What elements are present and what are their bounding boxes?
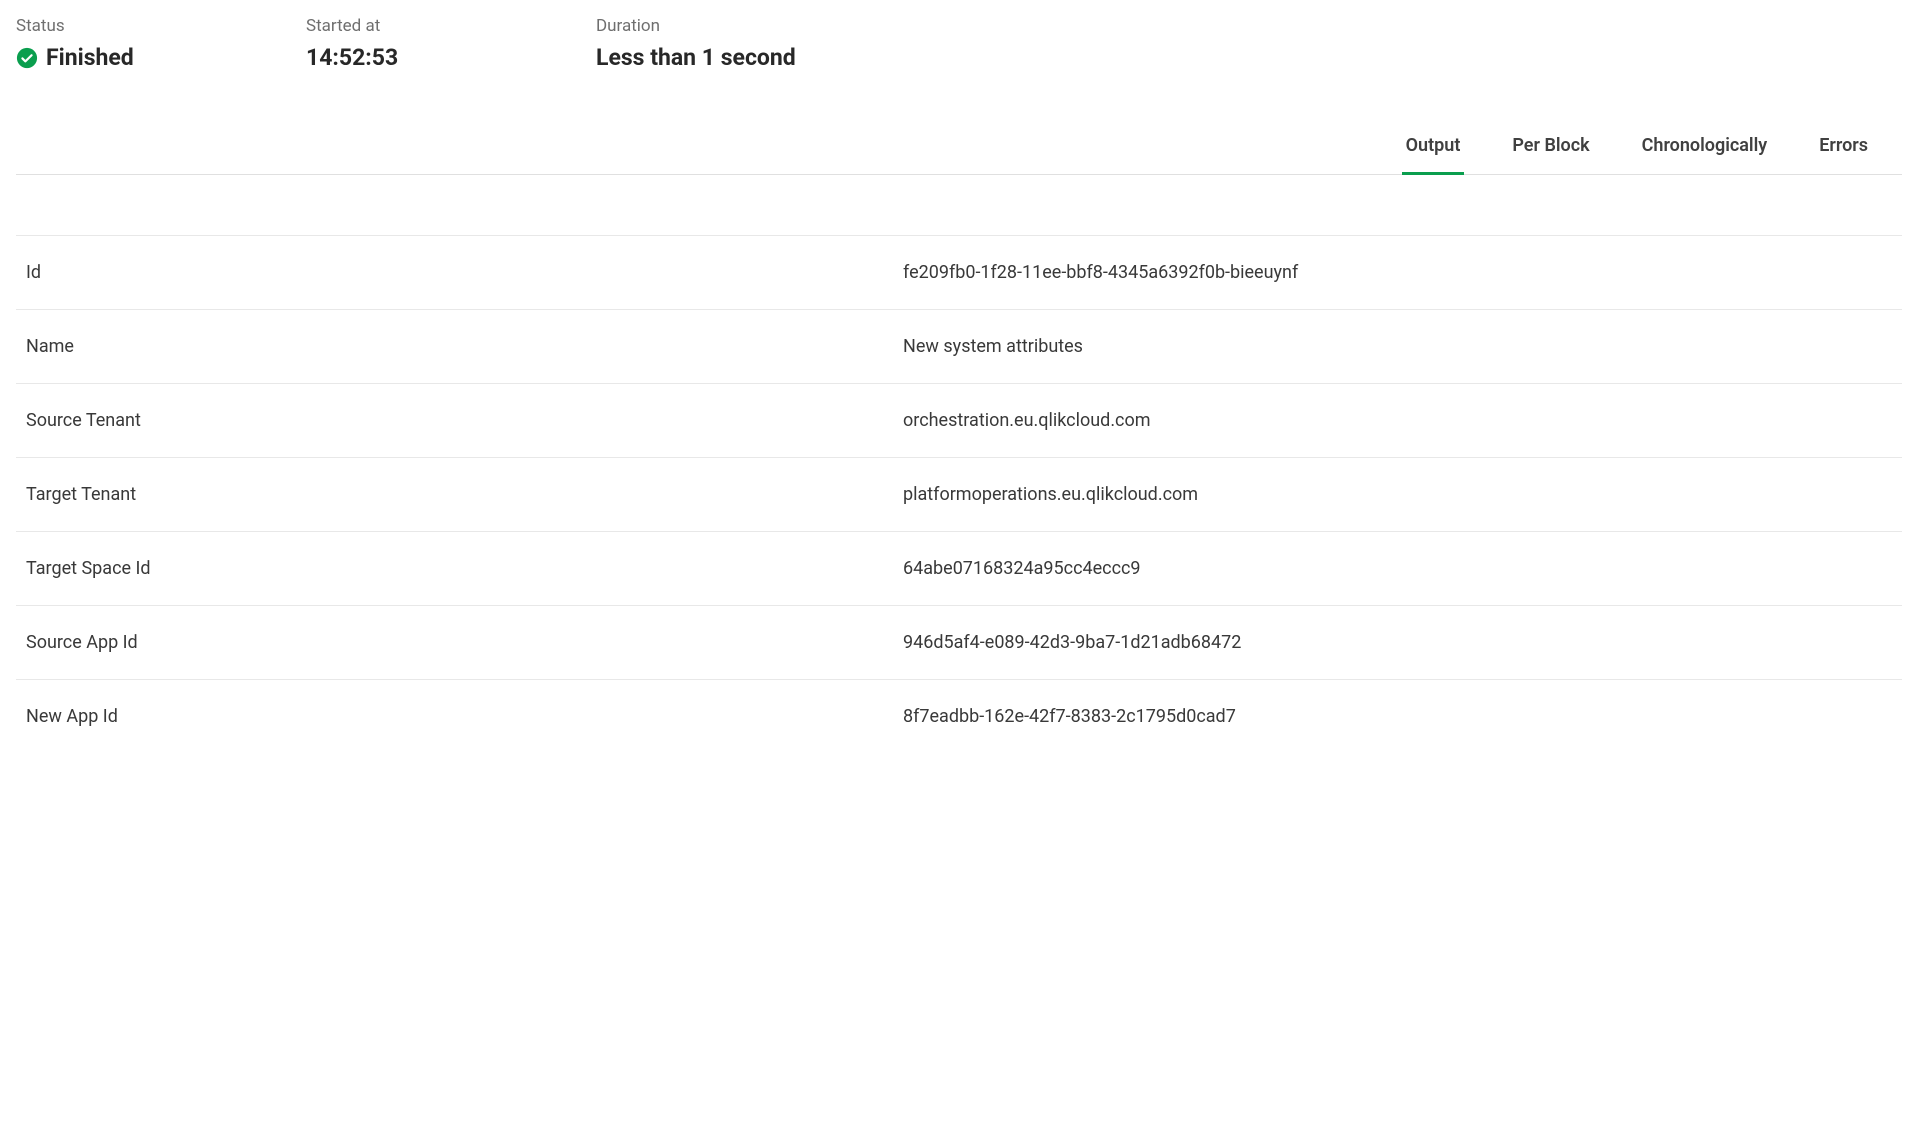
row-value: New system attributes <box>903 336 1892 357</box>
tab-per-block[interactable]: Per Block <box>1508 121 1593 175</box>
row-key: Id <box>26 262 903 283</box>
row-key: Target Tenant <box>26 484 903 505</box>
table-row: Id fe209fb0-1f28-11ee-bbf8-4345a6392f0b-… <box>16 235 1902 309</box>
row-key: Source App Id <box>26 632 903 653</box>
status-label: Status <box>16 16 306 36</box>
row-value: 64abe07168324a95cc4eccc9 <box>903 558 1892 579</box>
table-row: Source App Id 946d5af4-e089-42d3-9ba7-1d… <box>16 605 1902 679</box>
table-row: Target Tenant platformoperations.eu.qlik… <box>16 457 1902 531</box>
tab-output[interactable]: Output <box>1402 121 1465 175</box>
row-value: platformoperations.eu.qlikcloud.com <box>903 484 1892 505</box>
table-row: New App Id 8f7eadbb-162e-42f7-8383-2c179… <box>16 679 1902 753</box>
table-row: Target Space Id 64abe07168324a95cc4eccc9 <box>16 531 1902 605</box>
output-table: Id fe209fb0-1f28-11ee-bbf8-4345a6392f0b-… <box>16 235 1902 753</box>
duration-label: Duration <box>596 16 796 36</box>
summary-status: Status Finished <box>16 16 306 71</box>
row-key: Target Space Id <box>26 558 903 579</box>
row-key: Name <box>26 336 903 357</box>
tab-errors[interactable]: Errors <box>1815 121 1872 175</box>
started-label: Started at <box>306 16 596 36</box>
check-circle-icon <box>16 47 38 69</box>
summary-started: Started at 14:52:53 <box>306 16 596 71</box>
started-value: 14:52:53 <box>306 44 596 71</box>
row-key: New App Id <box>26 706 903 727</box>
summary-row: Status Finished Started at 14:52:53 Dura… <box>16 16 1902 71</box>
summary-duration: Duration Less than 1 second <box>596 16 796 71</box>
table-row: Source Tenant orchestration.eu.qlikcloud… <box>16 383 1902 457</box>
tab-chronologically[interactable]: Chronologically <box>1638 121 1772 175</box>
status-value: Finished <box>16 44 306 71</box>
page-container: Status Finished Started at 14:52:53 Dura… <box>0 0 1918 769</box>
tabs: Output Per Block Chronologically Errors <box>16 121 1902 175</box>
duration-value: Less than 1 second <box>596 44 796 71</box>
row-value: 946d5af4-e089-42d3-9ba7-1d21adb68472 <box>903 632 1892 653</box>
row-value: 8f7eadbb-162e-42f7-8383-2c1795d0cad7 <box>903 706 1892 727</box>
status-text: Finished <box>46 44 134 71</box>
row-value: orchestration.eu.qlikcloud.com <box>903 410 1892 431</box>
row-value: fe209fb0-1f28-11ee-bbf8-4345a6392f0b-bie… <box>903 262 1892 283</box>
row-key: Source Tenant <box>26 410 903 431</box>
table-row: Name New system attributes <box>16 309 1902 383</box>
